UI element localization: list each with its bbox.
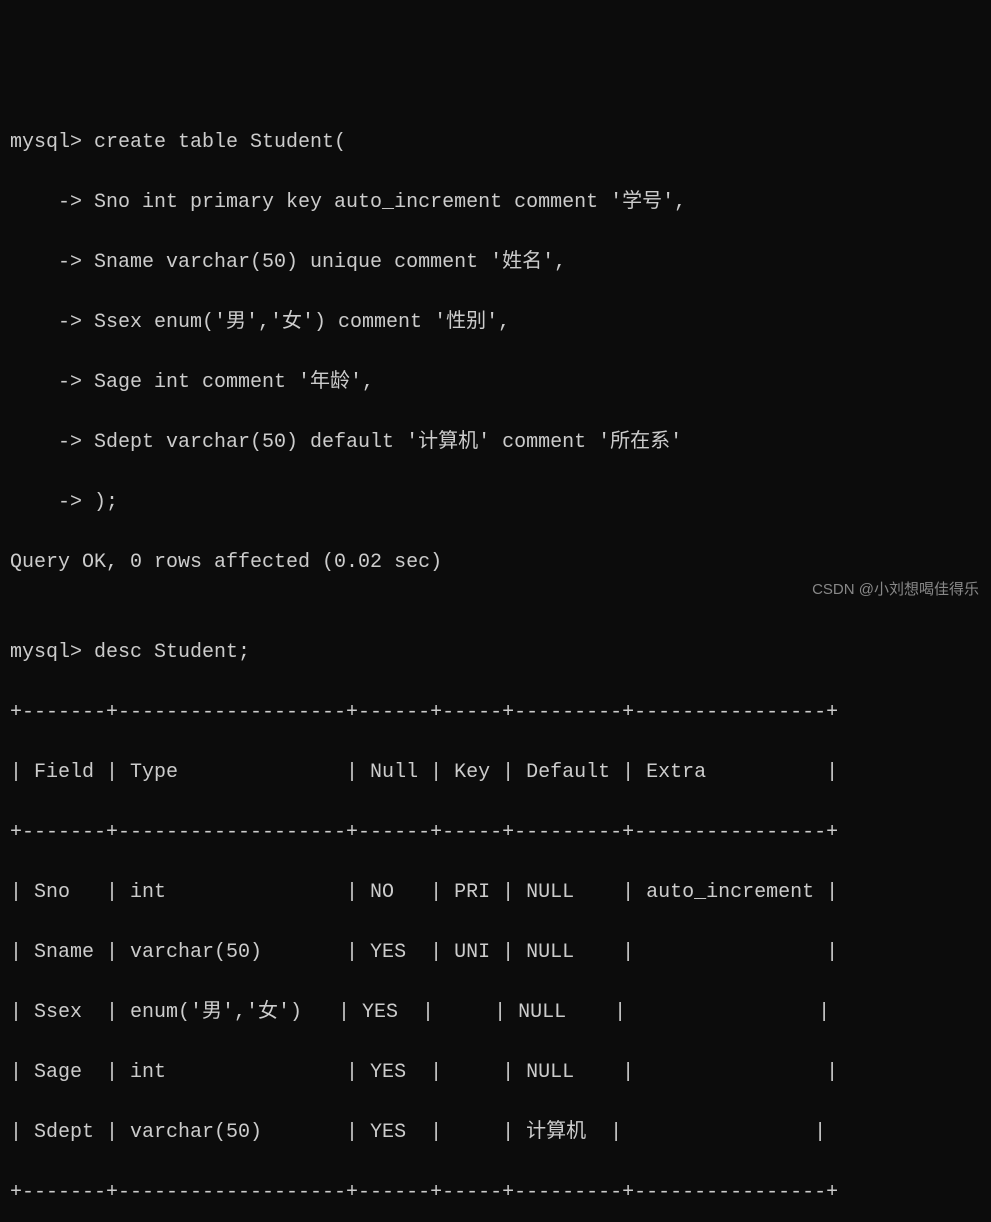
sql-command-line-1: mysql> create table Student( [10,128,981,158]
sql-command-line-4: -> Ssex enum('男','女') comment '性别', [10,308,981,338]
table-row-sno: | Sno | int | NO | PRI | NULL | auto_inc… [10,878,981,908]
csdn-watermark: CSDN @小刘想喝佳得乐 [812,579,979,602]
query-result-ok: Query OK, 0 rows affected (0.02 sec) [10,548,981,578]
sql-command-line-2: -> Sno int primary key auto_increment co… [10,188,981,218]
table-border-top: +-------+-------------------+------+----… [10,698,981,728]
table-row-ssex: | Ssex | enum('男','女') | YES | | NULL | … [10,998,981,1028]
desc-command-line: mysql> desc Student; [10,638,981,668]
sql-command-line-6: -> Sdept varchar(50) default '计算机' comme… [10,428,981,458]
table-row-sdept: | Sdept | varchar(50) | YES | | 计算机 | | [10,1118,981,1148]
sql-command-line-5: -> Sage int comment '年龄', [10,368,981,398]
table-row-sname: | Sname | varchar(50) | YES | UNI | NULL… [10,938,981,968]
table-row-sage: | Sage | int | YES | | NULL | | [10,1058,981,1088]
table-header-row: | Field | Type | Null | Key | Default | … [10,758,981,788]
table-border-mid: +-------+-------------------+------+----… [10,818,981,848]
table-border-bottom: +-------+-------------------+------+----… [10,1178,981,1208]
sql-command-line-7: -> ); [10,488,981,518]
sql-command-line-3: -> Sname varchar(50) unique comment '姓名'… [10,248,981,278]
